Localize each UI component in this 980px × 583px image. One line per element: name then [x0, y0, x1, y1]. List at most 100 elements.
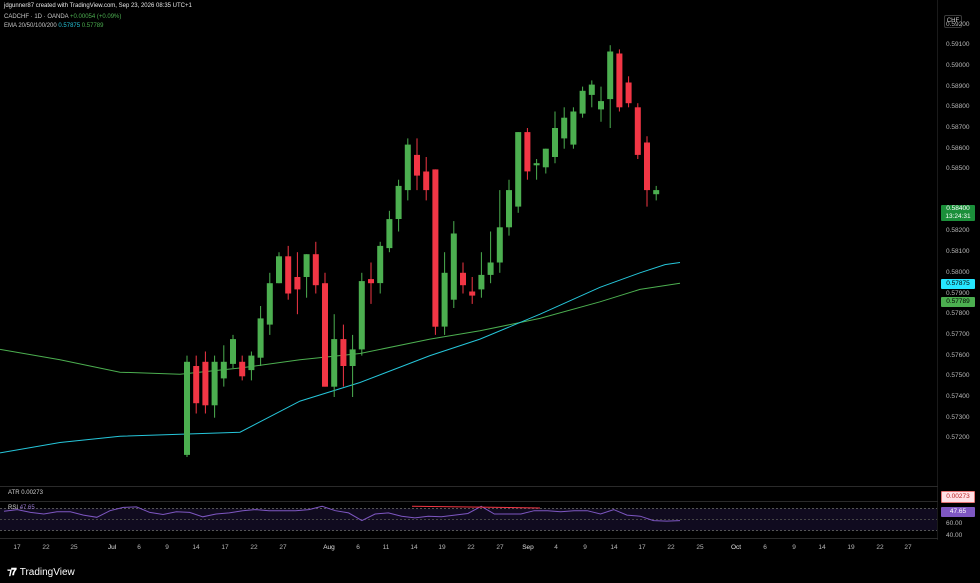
price-tick-label: 0.57200 — [946, 434, 970, 442]
candle-body — [450, 233, 457, 300]
atr-tag: 0.00273 — [941, 491, 975, 503]
rsi-label: RSI — [8, 505, 19, 511]
candle-body — [616, 53, 623, 108]
date-tick-label: Jul — [107, 544, 117, 551]
price-tick-label: 0.57500 — [946, 372, 970, 380]
date-tick-label: 19 — [847, 544, 855, 551]
ema-legend[interactable]: EMA 20/50/100/200 0.57875 0.57789 — [4, 23, 103, 29]
candle-body — [625, 82, 632, 104]
rsi-value: 47.65 — [19, 505, 35, 511]
candle-body — [285, 256, 292, 294]
date-tick-label: 27 — [904, 544, 912, 551]
ema-fast-line — [0, 262, 681, 454]
price-tick-label: 0.58100 — [946, 248, 970, 256]
rsi-legend[interactable]: RSI 47.65 — [8, 505, 35, 511]
candle-body — [404, 144, 411, 191]
price-tick-label: 0.58700 — [946, 124, 970, 131]
rsi-tag: 47.65 — [941, 507, 975, 517]
date-tick-label: 14 — [610, 544, 618, 551]
candle-body — [331, 339, 338, 387]
candle-body — [598, 101, 604, 110]
candle-body — [607, 51, 614, 100]
atr-legend[interactable]: ATR 0.00273 — [8, 490, 43, 496]
candle-body — [276, 256, 282, 284]
last-price-tag: 0.58400 13:24:31 — [941, 205, 975, 221]
symbol-line[interactable]: CADCHF · 1D · OANDA +0.00054 (+0.09%) — [4, 14, 121, 20]
candle-body — [377, 245, 384, 284]
date-tick-label: 6 — [356, 544, 360, 551]
countdown-value: 13:24:31 — [945, 213, 971, 220]
candle-body — [211, 361, 218, 406]
candle-body — [193, 366, 200, 404]
date-tick-label: 25 — [696, 544, 704, 551]
candle-body — [257, 318, 264, 358]
candle-body — [634, 107, 641, 155]
date-tick-label: 27 — [496, 544, 504, 551]
candle-body — [524, 132, 531, 172]
attribution-text: jdgunner87 created with TradingView.com,… — [4, 3, 192, 9]
date-tick-label: 17 — [638, 544, 646, 551]
axis-divider — [937, 0, 938, 540]
date-tick-label: 9 — [165, 544, 169, 551]
pane-separator[interactable] — [0, 501, 938, 502]
date-tick-label: 11 — [382, 544, 390, 551]
price-tick-label: 0.58000 — [946, 268, 970, 276]
price-tick-label: 0.58600 — [946, 144, 970, 152]
price-tick-label: 0.59000 — [946, 61, 970, 69]
date-tick-label: 22 — [42, 544, 50, 551]
date-tick-label: Sep — [522, 544, 534, 551]
date-tick-label: 6 — [137, 544, 141, 551]
price-tick-label: 0.57800 — [946, 310, 970, 318]
candle-body — [441, 272, 448, 327]
candle-body — [644, 142, 650, 191]
rsi-tick-40: 40.00 — [946, 532, 963, 539]
candle-body — [506, 190, 512, 228]
candle-body — [460, 272, 466, 286]
date-tick-label: 17 — [13, 544, 21, 551]
date-tick-label: 14 — [192, 544, 200, 551]
candle-body — [414, 154, 420, 176]
candle-body — [469, 291, 476, 296]
price-tick-label: 0.58800 — [946, 103, 970, 111]
divergence-trendline — [411, 505, 541, 509]
last-price-value: 0.58400 — [946, 205, 970, 212]
price-tick-label: 0.58900 — [946, 82, 970, 90]
main-chart[interactable] — [0, 0, 938, 560]
date-tick-label: 25 — [70, 544, 78, 551]
price-tick-label: 0.57700 — [946, 330, 970, 338]
date-tick-label: 22 — [876, 544, 884, 551]
candle-body — [478, 274, 485, 290]
pane-separator[interactable] — [0, 538, 938, 539]
candle-body — [653, 190, 660, 195]
candle-body — [561, 117, 568, 139]
candle-body — [368, 279, 374, 284]
symbol-text: CADCHF · 1D · OANDA — [4, 14, 69, 20]
candle-body — [322, 283, 328, 387]
atr-label: ATR — [8, 490, 20, 496]
brand-name: TradingView — [19, 566, 75, 578]
rsi-tick-60: 60.00 — [946, 520, 963, 527]
candle-body — [542, 148, 549, 168]
candle-body — [588, 84, 595, 95]
date-tick-label: 22 — [467, 544, 475, 551]
price-tick-label: 0.58200 — [946, 227, 970, 235]
candle-body — [533, 163, 540, 166]
pane-separator[interactable] — [0, 486, 938, 487]
candle-body — [312, 254, 319, 286]
date-tick-label: 17 — [221, 544, 229, 551]
candle-body — [423, 171, 430, 191]
candle-body — [303, 254, 310, 277]
date-tick-label: 22 — [667, 544, 675, 551]
tradingview-brand[interactable]: ⁊𝟕 TradingView — [7, 565, 75, 579]
candle-body — [248, 355, 255, 371]
ema-label: EMA 20/50/100/200 — [4, 23, 57, 29]
candle-body — [184, 361, 190, 455]
price-tick-label: 0.59100 — [946, 41, 970, 49]
candle-body — [432, 169, 439, 327]
candle-body — [266, 283, 273, 325]
candle-body — [358, 281, 365, 350]
date-tick-label: 9 — [792, 544, 796, 551]
price-tick-label: 0.57300 — [946, 413, 970, 421]
candle-body — [570, 111, 577, 145]
chart-root: jdgunner87 created with TradingView.com,… — [0, 0, 980, 583]
